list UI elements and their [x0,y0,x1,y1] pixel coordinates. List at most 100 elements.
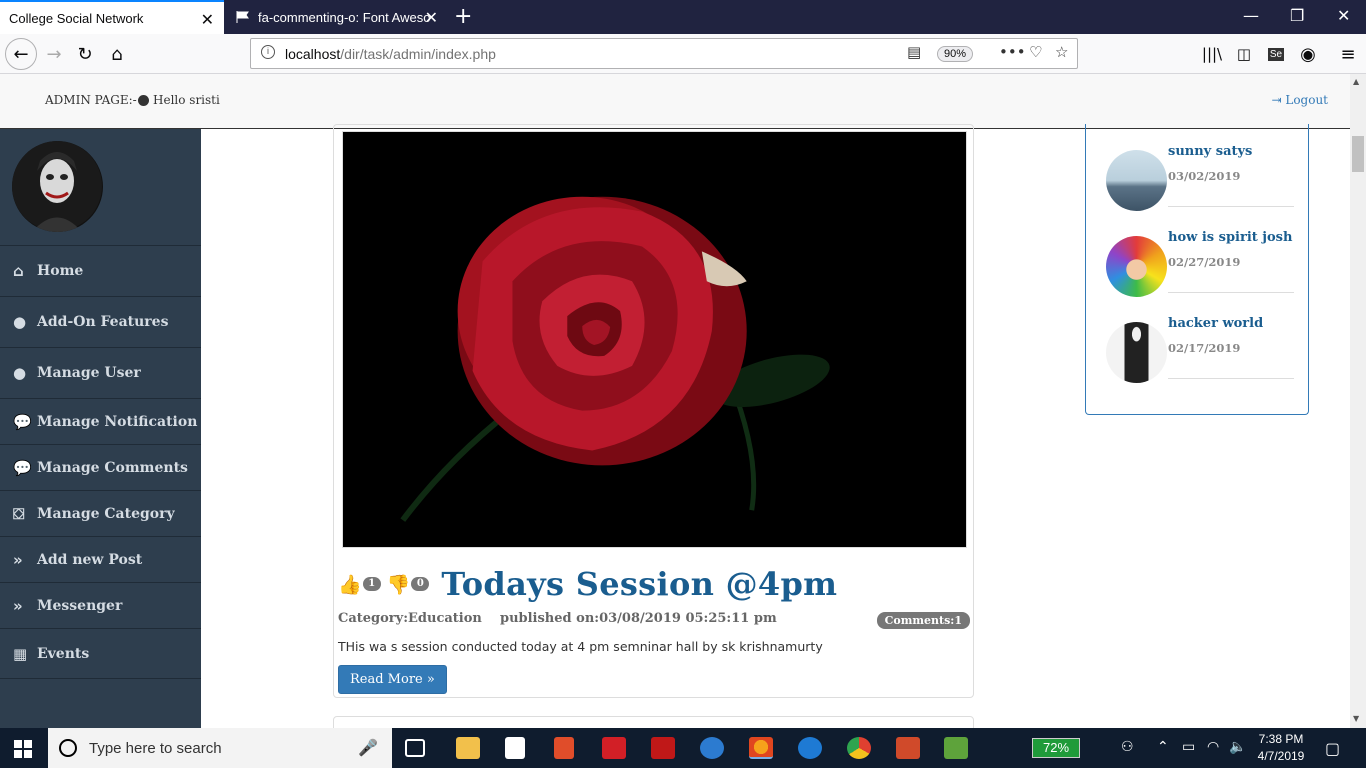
tab-college-social-network[interactable]: College Social Network ✕ [0,0,224,34]
close-window-icon[interactable]: ✕ [1337,6,1350,25]
read-more-button[interactable]: Read More » [338,665,447,694]
post-image[interactable] [342,131,967,548]
sidebar-item-manage-user[interactable]: ● Manage User [0,347,201,398]
file-explorer-icon[interactable] [456,737,480,759]
close-tab-icon[interactable]: ✕ [425,8,438,28]
recent-post-date: 03/02/2019 [1168,169,1241,183]
battery-indicator[interactable]: 72% [1032,738,1080,758]
page-header: ADMIN PAGE:- Hello sristi ⇥ Logout [0,74,1350,129]
post-category[interactable]: Category:Education [338,611,482,626]
recent-post-item[interactable]: hacker world 02/17/2019 [1106,316,1296,402]
back-button[interactable]: ← [5,38,37,70]
scroll-up-icon[interactable]: ▲ [1353,77,1359,86]
dislike-count: 0 [411,577,430,591]
account-icon[interactable]: ◉ [1294,40,1322,68]
recent-post-item[interactable]: how is spirit josh 02/27/2019 [1106,230,1296,316]
task-view-icon[interactable] [405,739,425,757]
bookmark-star-icon[interactable]: ☆ [1055,43,1068,61]
recent-post-date: 02/27/2019 [1168,255,1241,269]
tab-font-awesome[interactable]: fa-commenting-o: Font Aweso ✕ [224,0,448,34]
app-icon[interactable] [554,737,574,759]
clock[interactable]: 7:38 PM 4/7/2019 [1256,731,1306,765]
new-tab-button[interactable]: + [454,4,472,29]
logout-text: Logout [1285,93,1328,107]
sidebar-toggle-icon[interactable]: ◫ [1230,40,1258,68]
comments-badge[interactable]: Comments:1 [876,612,970,629]
browser-tab-bar: College Social Network ✕ fa-commenting-o… [0,0,1366,34]
selenium-icon[interactable]: Se [1262,40,1290,68]
url-path: /dir/task/admin/index.php [340,46,496,62]
post-card: 👍 1 👎 0 Todays Session @4pm Category:Edu… [333,124,974,698]
sidebar-item-manage-category[interactable]: ⛋ Manage Category [0,490,201,536]
app-icon[interactable] [944,737,968,759]
notifications-icon[interactable]: ▢ [1325,739,1340,758]
post-published-date: published on:03/08/2019 05:25:11 pm [499,611,777,626]
address-bar[interactable]: i localhost/dir/task/admin/index.php ▤ 9… [250,38,1078,69]
store-icon[interactable] [505,737,525,759]
recent-post-thumbnail[interactable] [1106,322,1167,383]
recent-post-thumbnail[interactable] [1106,236,1167,297]
reader-view-icon[interactable]: ▤ [907,43,921,61]
browser-nav-bar: ← → ↻ ⌂ i localhost/dir/task/admin/index… [0,34,1366,74]
recent-post-thumbnail[interactable] [1106,150,1167,211]
sidebar-item-messenger[interactable]: » Messenger [0,582,201,628]
mcafee-icon[interactable] [651,737,675,759]
reload-button[interactable]: ↻ [71,40,99,68]
library-icon[interactable]: |||\ [1198,40,1226,68]
logout-icon: ⇥ [1271,93,1286,107]
taskbar-search[interactable]: Type here to search 🎤 [48,728,392,768]
recent-post-title[interactable]: hacker world [1168,316,1263,331]
logout-link[interactable]: ⇥ Logout [1271,93,1328,107]
forward-button[interactable]: → [40,40,68,68]
microphone-icon[interactable]: 🎤 [358,738,378,757]
battery-icon[interactable]: ▭ [1182,739,1195,755]
post-title[interactable]: Todays Session @4pm [441,565,837,603]
windows-start-icon[interactable] [14,740,32,758]
app-icon[interactable] [700,737,724,759]
close-tab-icon[interactable]: ✕ [201,10,214,30]
sidebar-item-home[interactable]: ⌂ Home [0,245,201,296]
minimize-icon[interactable]: — [1243,6,1259,25]
sidebar-item-events[interactable]: ▦ Events [0,628,201,679]
chrome-icon[interactable] [847,737,871,759]
volume-icon[interactable]: 🔈 [1229,739,1246,755]
wifi-icon[interactable]: ◠ [1207,739,1219,755]
greeting-text: Hello sristi [153,93,220,107]
thumbs-up-icon: 👍 [338,573,362,596]
chevron-up-icon[interactable]: ⌃ [1157,739,1169,755]
sidebar-item-label: Messenger [37,597,123,614]
info-icon[interactable]: i [261,45,275,59]
recent-post-title[interactable]: how is spirit josh [1168,230,1292,245]
pocket-icon[interactable]: ♡ [1029,43,1042,61]
sidebar-item-add-new-post[interactable]: » Add new Post [0,536,201,582]
dislike-button[interactable]: 👎 0 [387,573,430,596]
sidebar-item-manage-comments[interactable]: 💬 Manage Comments [0,444,201,490]
menu-icon[interactable]: ≡ [1334,40,1362,68]
page-actions-icon[interactable]: ••• [999,43,1026,61]
people-icon[interactable]: ⚇ [1121,739,1134,755]
sidebar-item-add-on-features[interactable]: ● Add-On Features [0,296,201,347]
avatar[interactable] [12,141,103,232]
restore-icon[interactable]: ❐ [1290,6,1304,25]
sidebar-item-manage-notification[interactable]: 💬 Manage Notification [0,398,201,444]
edge-icon[interactable] [798,737,822,759]
sidebar-item-label: Events [37,645,90,662]
zoom-level[interactable]: 90% [937,46,974,62]
firefox-icon[interactable] [749,737,773,759]
powerpoint-icon[interactable] [896,737,920,759]
calendar-icon: ▦ [13,644,28,663]
windows-taskbar: Type here to search 🎤 72% ⚇ ⌃ ▭ ◠ 🔈 7:38… [0,728,1366,768]
scroll-down-icon[interactable]: ▼ [1353,714,1359,723]
tab-title: College Social Network [9,10,144,26]
recent-post-title[interactable]: sunny satys [1168,144,1252,159]
recent-post-item[interactable]: sunny satys 03/02/2019 [1106,144,1296,230]
post-body: THis wa s session conducted today at 4 p… [338,639,823,654]
like-button[interactable]: 👍 1 [338,573,381,596]
clock-date: 4/7/2019 [1257,749,1305,763]
home-button[interactable]: ⌂ [103,40,131,68]
app-icon[interactable] [602,737,626,759]
recent-post-date: 02/17/2019 [1168,341,1241,355]
page-scrollbar[interactable]: ▲ ▼ [1350,74,1366,728]
sidebar-item-label: Manage User [37,365,141,381]
scroll-thumb[interactable] [1352,136,1364,172]
